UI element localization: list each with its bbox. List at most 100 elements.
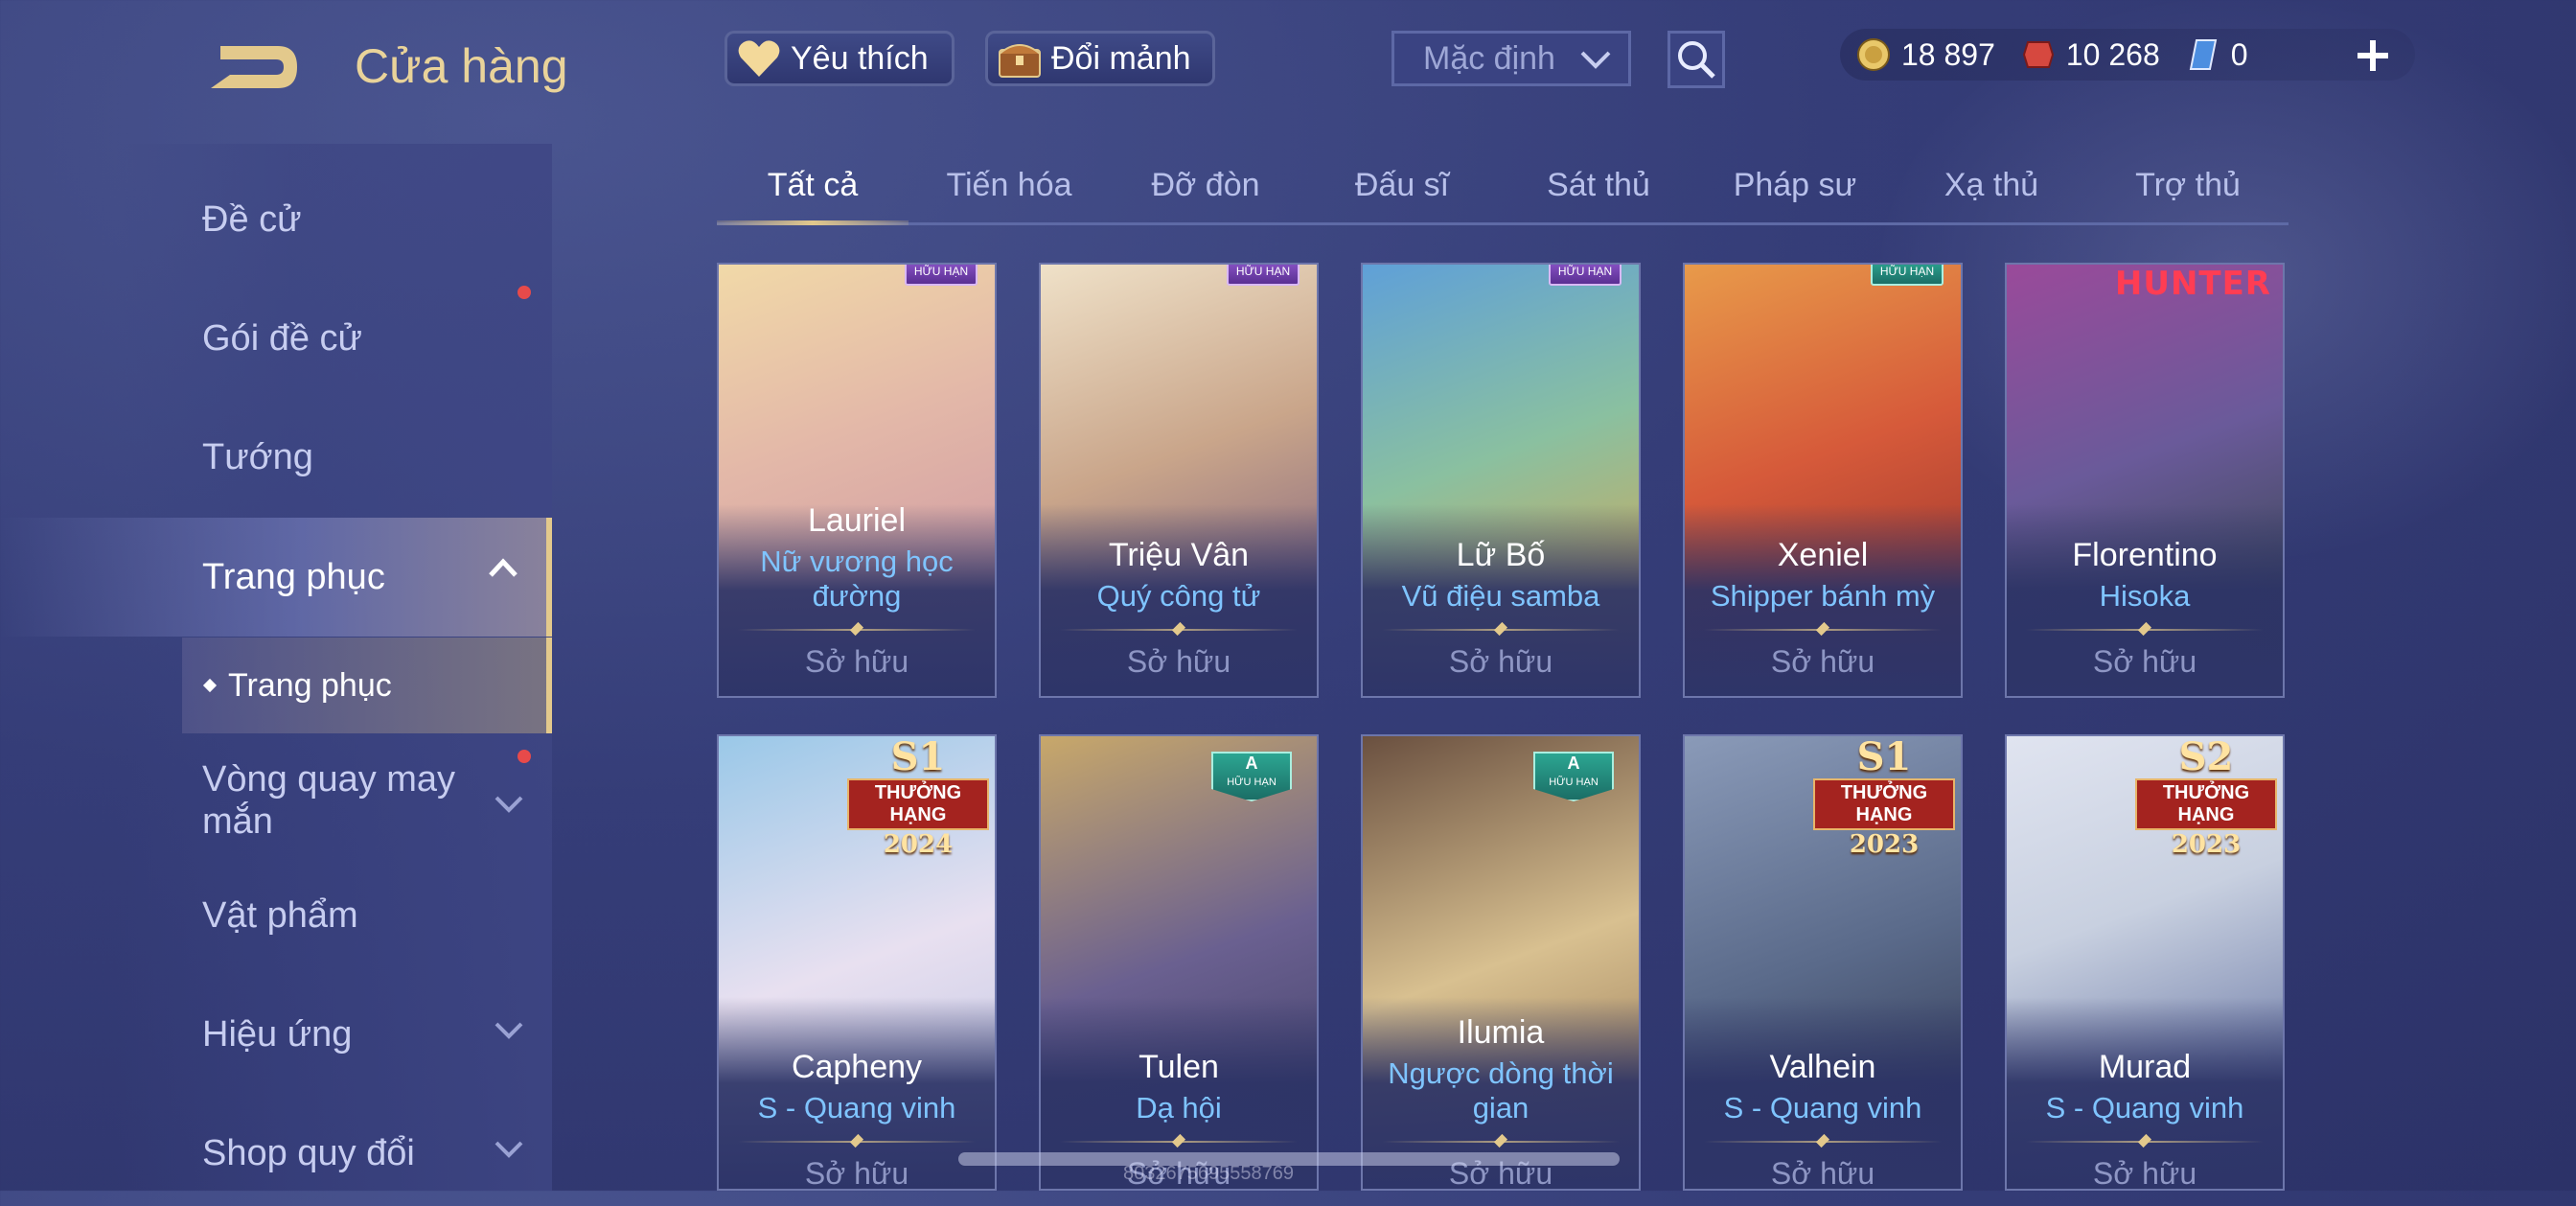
sidebar-item-heroes[interactable]: Tướng: [0, 405, 552, 510]
skin-name: Ngược dòng thời gian: [1388, 1056, 1614, 1125]
diamond-bullet-icon: [202, 678, 218, 693]
season-label: S1: [890, 734, 946, 779]
skin-name: Quý công tử: [1096, 579, 1261, 613]
search-button[interactable]: [1668, 31, 1725, 88]
gold-coin-icon: [1857, 38, 1890, 71]
chevron-up-icon: [489, 558, 518, 577]
owned-status: Sở hữu: [2092, 644, 2197, 679]
skin-card[interactable]: HỮU HẠN Lauriel Nữ vương học đường Sở hữ…: [717, 263, 997, 698]
treasure-chest-icon: [996, 35, 1044, 81]
limited-label: HỮU HẠN: [1227, 777, 1276, 788]
tab-evolution[interactable]: Tiến hóa: [913, 158, 1105, 225]
chevron-down-icon: [1580, 51, 1611, 69]
card-divider: [1060, 1141, 1298, 1143]
skin-name: Hisoka: [2099, 579, 2191, 613]
hero-name: Xeniel: [1777, 537, 1869, 573]
sidebar-subitem-label: Trang phục: [228, 666, 392, 704]
skin-name: S - Quang vinh: [2045, 1091, 2244, 1125]
currency-red: 10 268: [2020, 36, 2160, 73]
sidebar-item-recommended-packs[interactable]: Gói đề cử: [0, 286, 552, 391]
owned-status: Sở hữu: [1126, 644, 1231, 679]
tab-all[interactable]: Tất cả: [717, 158, 908, 225]
season-year: 2024: [883, 830, 954, 859]
exchange-label: Đổi mảnh: [1051, 39, 1191, 77]
sidebar-item-label: Vật phẩm: [202, 894, 358, 936]
blue-voucher-icon: [2189, 39, 2217, 70]
tab-mage[interactable]: Pháp sư: [1699, 158, 1891, 225]
rank-label: THƯỞNG HẠNG: [1813, 778, 1955, 830]
card-divider: [1382, 1141, 1620, 1143]
sidebar-item-label: Trang phục: [202, 556, 385, 597]
grade-letter: A: [1567, 754, 1580, 773]
favorites-button[interactable]: Yêu thích: [724, 31, 954, 86]
sidebar-subitem-skins[interactable]: Trang phục: [182, 638, 552, 733]
limited-badge: HỮU HẠN: [1549, 265, 1622, 286]
owned-status: Sở hữu: [1448, 644, 1553, 679]
skin-name: Vũ điệu samba: [1401, 579, 1600, 613]
limited-badge: HỮU HẠN: [1227, 265, 1300, 286]
season-rank-badge: S2 THƯỞNG HẠNG 2023: [2129, 734, 2283, 859]
card-divider: [738, 629, 976, 631]
sidebar-item-label: Tướng: [202, 436, 313, 477]
notification-dot: [518, 750, 531, 763]
category-tabs: Tất cả Tiến hóa Đỡ đòn Đấu sĩ Sát thủ Ph…: [717, 158, 2288, 225]
grade-letter: A: [1245, 754, 1258, 773]
skin-card[interactable]: HUNTER Florentino Hisoka Sở hữu: [2005, 263, 2285, 698]
rank-label: THƯỞNG HẠNG: [2135, 778, 2277, 830]
skin-card[interactable]: HỮU HẠN Triệu Vân Quý công tử Sở hữu: [1039, 263, 1319, 698]
sort-select-value: Mặc định: [1423, 39, 1555, 77]
season-rank-badge: S1 THƯỞNG HẠNG 2024: [841, 734, 995, 859]
sidebar-item-items[interactable]: Vật phẩm: [0, 863, 552, 968]
tab-assassin[interactable]: Sát thủ: [1503, 158, 1694, 225]
currency-bar: 18 897 10 268 0: [1840, 29, 2415, 81]
skin-card[interactable]: HỮU HẠN Lữ Bố Vũ điệu samba Sở hữu: [1361, 263, 1641, 698]
skin-name: Shipper bánh mỳ: [1710, 579, 1936, 613]
sidebar-item-label: Đề cử: [202, 198, 302, 240]
favorites-label: Yêu thích: [791, 39, 929, 77]
hero-name: Lauriel: [807, 502, 907, 539]
chevron-down-icon: [494, 1022, 523, 1039]
search-icon: [1678, 41, 1715, 79]
owned-status: Sở hữu: [804, 644, 909, 679]
hero-name: Capheny: [791, 1049, 923, 1085]
limited-badge: HỮU HẠN: [1871, 265, 1944, 286]
watermark-text: 8032675695558769: [1123, 1163, 1294, 1184]
owned-status: Sở hữu: [804, 1156, 909, 1191]
exchange-fragments-button[interactable]: Đổi mảnh: [985, 31, 1215, 86]
skin-card[interactable]: HỮU HẠN Xeniel Shipper bánh mỳ Sở hữu: [1683, 263, 1963, 698]
tab-tank[interactable]: Đỡ đòn: [1110, 158, 1301, 225]
season-year: 2023: [1849, 830, 1920, 859]
sidebar-item-lucky-wheel[interactable]: Vòng quay may mắn: [0, 738, 552, 863]
tab-marksman[interactable]: Xạ thủ: [1896, 158, 2087, 225]
hero-name: Triệu Vân: [1108, 537, 1250, 573]
skin-name: Nữ vương học đường: [760, 545, 954, 613]
sidebar-item-skins[interactable]: Trang phục: [0, 518, 552, 637]
sidebar-item-effects[interactable]: Hiệu ứng: [0, 982, 552, 1087]
card-divider: [1382, 629, 1620, 631]
limited-badge: HỮU HẠN: [905, 265, 978, 286]
sidebar-item-label: Gói đề cử: [202, 317, 362, 359]
skin-card[interactable]: S1 THƯỞNG HẠNG 2023 Valhein S - Quang vi…: [1683, 734, 1963, 1191]
skin-card[interactable]: S1 THƯỞNG HẠNG 2024 Capheny S - Quang vi…: [717, 734, 997, 1191]
skin-name: Dạ hội: [1136, 1091, 1222, 1125]
add-currency-button[interactable]: [2346, 29, 2400, 82]
back-button[interactable]: [201, 36, 307, 98]
skin-card[interactable]: A HỮU HẠN Tulen Dạ hội Sở hữu: [1039, 734, 1319, 1191]
skin-card[interactable]: S2 THƯỞNG HẠNG 2023 Murad S - Quang vinh…: [2005, 734, 2285, 1191]
heart-icon: [735, 35, 783, 81]
hero-name: Lữ Bố: [1456, 537, 1546, 573]
skin-name: S - Quang vinh: [1723, 1091, 1922, 1125]
hunter-logo: HUNTER: [2114, 265, 2271, 303]
sidebar-item-recommended[interactable]: Đề cử: [0, 167, 552, 272]
currency-blue: 0: [2185, 36, 2248, 73]
season-label: S1: [1856, 734, 1912, 779]
sidebar-item-label: Shop quy đổi: [202, 1132, 415, 1173]
tab-fighter[interactable]: Đấu sĩ: [1306, 158, 1498, 225]
tab-support[interactable]: Trợ thủ: [2092, 158, 2284, 225]
season-year: 2023: [2171, 830, 2242, 859]
sidebar: Đề cử Gói đề cử Tướng Trang phục Trang p…: [0, 144, 556, 1191]
card-divider: [2026, 1141, 2264, 1143]
season-label: S2: [2178, 734, 2234, 779]
sort-select[interactable]: Mặc định: [1392, 31, 1631, 86]
skin-card[interactable]: A HỮU HẠN Ilumia Ngược dòng thời gian Sở…: [1361, 734, 1641, 1191]
